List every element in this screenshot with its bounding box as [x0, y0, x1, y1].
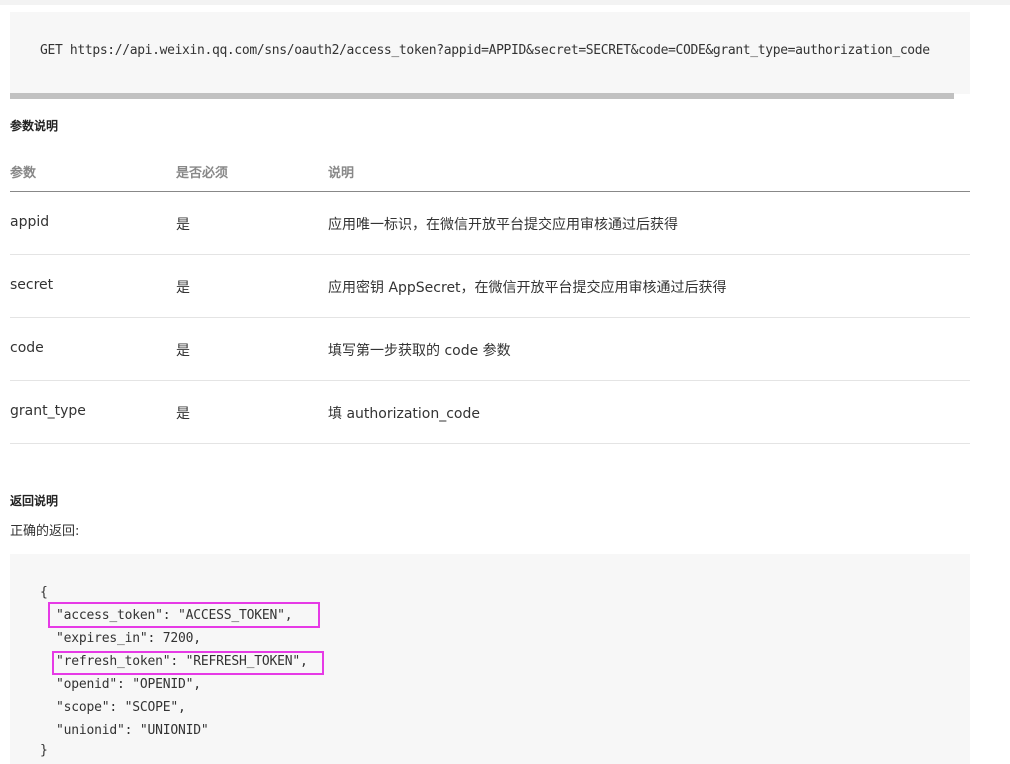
table-header-row: 参数 是否必须 说明: [10, 150, 970, 192]
param-name: appid: [10, 214, 50, 230]
param-required: 是: [176, 343, 190, 359]
param-required: 是: [176, 280, 190, 296]
param-required: 是: [176, 217, 190, 233]
param-description: 填 authorization_code: [328, 406, 480, 422]
request-url-line: GET https://api.weixin.qq.com/sns/oauth2…: [40, 43, 930, 58]
param-name: secret: [10, 277, 54, 293]
param-description: 应用密钥 AppSecret，在微信开放平台提交应用审核通过后获得: [328, 280, 727, 296]
column-header-description: 说明: [328, 166, 355, 181]
json-line-expires-in: "expires_in": 7200,: [56, 631, 201, 646]
param-description: 应用唯一标识，在微信开放平台提交应用审核通过后获得: [328, 217, 678, 233]
horizontal-scrollbar[interactable]: [10, 93, 954, 99]
param-name: grant_type: [10, 403, 86, 419]
json-line-unionid: "unionid": "UNIONID": [56, 723, 209, 738]
json-line-scope: "scope": "SCOPE",: [56, 700, 186, 715]
request-code-block: GET https://api.weixin.qq.com/sns/oauth2…: [10, 12, 970, 94]
json-open-brace: {: [40, 585, 48, 600]
param-name: code: [10, 340, 44, 356]
return-heading: 返回说明: [10, 494, 59, 508]
table-row: secret 是 应用密钥 AppSecret，在微信开放平台提交应用审核通过后…: [10, 255, 970, 318]
params-heading: 参数说明: [10, 119, 59, 133]
column-header-param: 参数: [10, 166, 37, 181]
refresh-token-highlight-box: [52, 651, 324, 675]
params-table: 参数 是否必须 说明 appid 是 应用唯一标识，在微信开放平台提交应用审核通…: [10, 150, 970, 444]
table-row: grant_type 是 填 authorization_code: [10, 381, 970, 444]
json-close-brace: }: [40, 743, 48, 758]
param-description: 填写第一步获取的 code 参数: [328, 343, 511, 359]
column-header-required: 是否必须: [176, 166, 229, 181]
table-row: code 是 填写第一步获取的 code 参数: [10, 318, 970, 381]
access-token-highlight-box: [48, 602, 320, 628]
return-subheading: 正确的返回:: [10, 524, 80, 539]
response-code-block: { "access_token": "ACCESS_TOKEN", "expir…: [10, 554, 970, 764]
top-strip: [0, 0, 1010, 5]
json-line-openid: "openid": "OPENID",: [56, 677, 201, 692]
table-row: appid 是 应用唯一标识，在微信开放平台提交应用审核通过后获得: [10, 192, 970, 255]
param-required: 是: [176, 406, 190, 422]
